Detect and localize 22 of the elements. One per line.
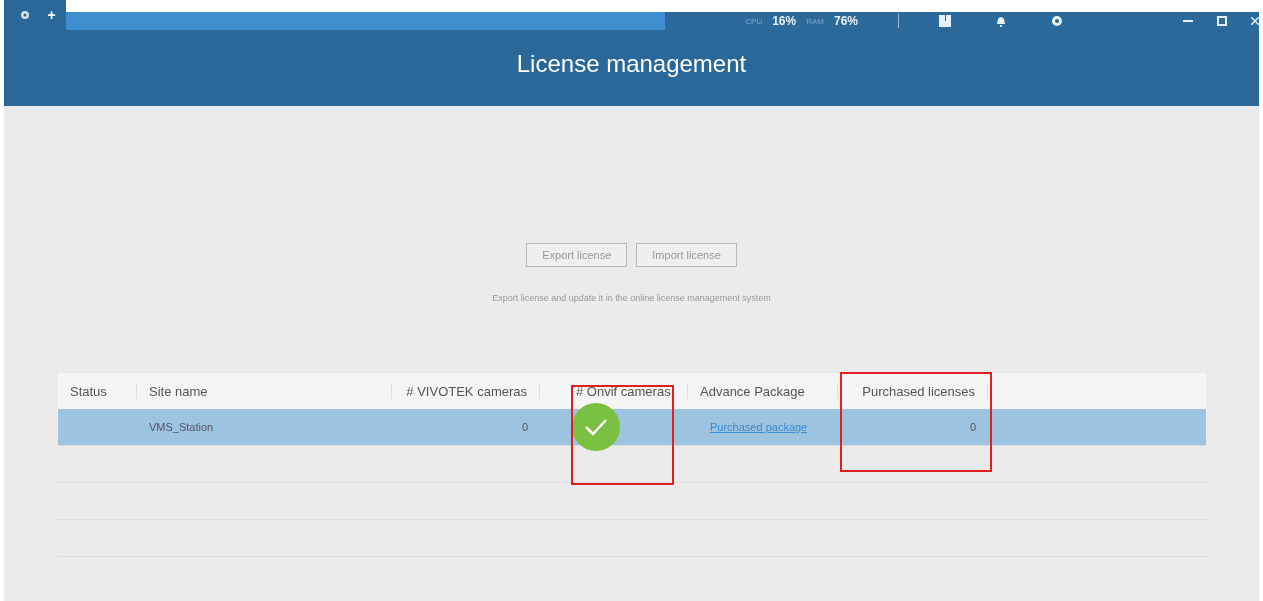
ram-label: RAM	[806, 16, 824, 26]
settings-icon[interactable]	[1051, 15, 1063, 27]
close-icon[interactable]	[1251, 17, 1259, 25]
column-header[interactable]: # VIVOTEK cameras	[392, 383, 540, 399]
cpu-value: 16%	[772, 14, 797, 28]
table-cell: VMS_Station	[149, 421, 214, 433]
restore-icon[interactable]	[1217, 16, 1227, 26]
column-header[interactable]: Advance Package	[688, 383, 838, 399]
gear-icon[interactable]	[20, 10, 30, 20]
add-tab-button[interactable]: +	[47, 7, 56, 23]
table-row[interactable]: VMS_Station 0 Purchased package 0	[58, 409, 1206, 446]
bell-icon[interactable]	[995, 15, 1007, 27]
column-header[interactable]: Status	[58, 383, 137, 399]
column-header[interactable]: Purchased licenses	[838, 383, 988, 399]
table-cell: 0	[521, 421, 528, 433]
page-title: License management	[516, 50, 747, 78]
column-header[interactable]: # Onvif cameras	[540, 383, 688, 399]
cpu-label: CPU	[745, 16, 763, 26]
layout-icon[interactable]	[939, 15, 951, 27]
ram-value: 76%	[833, 14, 858, 28]
table-cell: 0	[969, 421, 976, 433]
column-header[interactable]: Site name	[137, 383, 392, 399]
